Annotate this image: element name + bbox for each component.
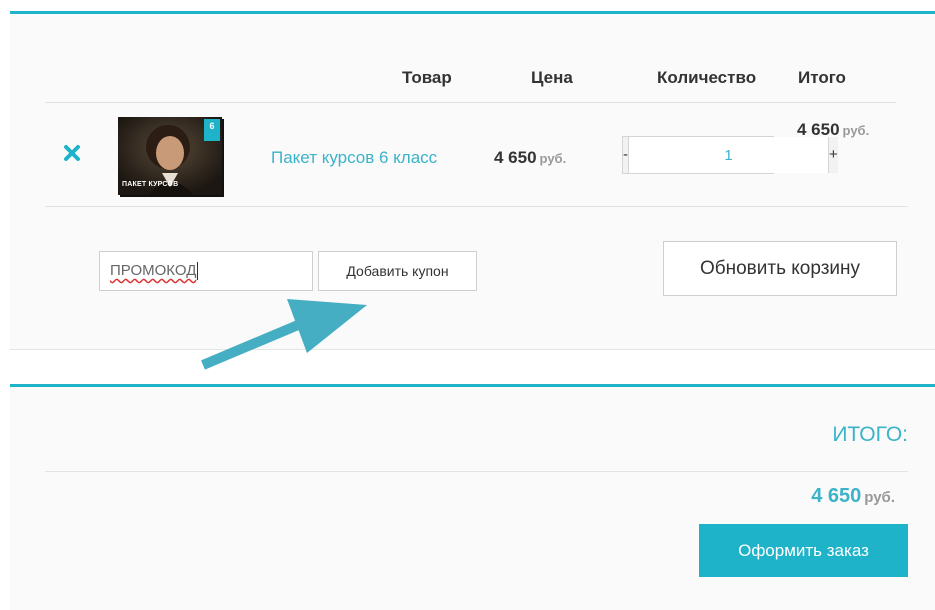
update-cart-button[interactable]: Обновить корзину (663, 241, 897, 296)
cart-panel: Товар Цена Количество Итого 6 ПАКЕТ КУРС… (10, 11, 935, 350)
apply-coupon-button[interactable]: Добавить купон (318, 251, 477, 291)
thumbnail-caption: ПАКЕТ КУРСОВ (122, 181, 179, 188)
quantity-stepper: - + (622, 136, 838, 174)
quantity-input[interactable] (629, 137, 828, 173)
coupon-input-value: ПРОМОКОД (110, 262, 197, 279)
totals-divider (45, 471, 908, 472)
row-subtotal: 4 650 руб. (797, 120, 869, 140)
product-thumbnail[interactable]: 6 ПАКЕТ КУРСОВ (118, 117, 222, 195)
totals-panel: ИТОГО: 4 650 руб. Оформить заказ (10, 384, 935, 610)
coupon-input[interactable]: ПРОМОКОД (99, 251, 313, 291)
subtotal-currency: руб. (842, 123, 870, 138)
price-currency: руб. (539, 151, 567, 166)
price-amount: 4 650 (494, 148, 537, 167)
header-divider (45, 102, 896, 103)
order-total-amount: 4 650 (811, 485, 862, 507)
product-name-link[interactable]: Пакет курсов 6 класс (271, 148, 437, 168)
close-icon[interactable] (62, 143, 82, 163)
header-price: Цена (531, 68, 573, 87)
subtotal-amount: 4 650 (797, 120, 840, 139)
checkout-button[interactable]: Оформить заказ (699, 524, 908, 577)
grade-badge: 6 (204, 119, 220, 141)
totals-heading: ИТОГО: (832, 423, 908, 446)
product-price: 4 650 руб. (494, 148, 566, 168)
header-quantity: Количество (657, 68, 757, 87)
header-total: Итого (798, 68, 846, 87)
header-product: Товар (402, 68, 452, 87)
order-total-currency: руб. (864, 489, 895, 506)
text-caret (197, 262, 199, 281)
quantity-increase-button[interactable]: + (828, 137, 838, 173)
order-total: 4 650 руб. (811, 485, 895, 508)
row-divider (45, 206, 908, 207)
pointer-arrow-icon (201, 299, 367, 370)
